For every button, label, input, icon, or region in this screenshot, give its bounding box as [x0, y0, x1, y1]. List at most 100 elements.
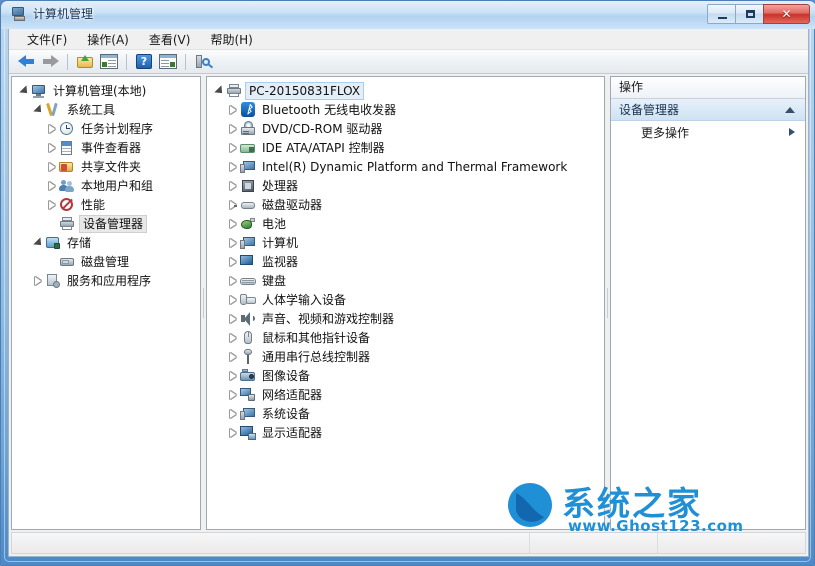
device-tree-item-17[interactable]: 显示适配器	[207, 423, 604, 442]
device-tree-item-4[interactable]: 处理器	[207, 176, 604, 195]
maximize-button[interactable]	[735, 4, 764, 24]
computer-device-icon	[240, 235, 256, 251]
tree-node-label: 磁盘驱动器	[262, 197, 323, 212]
expander-toggle-icon[interactable]	[227, 350, 240, 363]
expander-toggle-icon[interactable]	[227, 407, 240, 420]
up-one-level-button[interactable]	[74, 52, 96, 72]
expander-toggle-icon[interactable]	[32, 236, 45, 249]
device-tree-item-16[interactable]: 系统设备	[207, 404, 604, 423]
expander-toggle-icon[interactable]	[46, 160, 59, 173]
tree-node-label: 监视器	[262, 254, 299, 269]
toolbar: ?	[9, 50, 808, 74]
menu-help[interactable]: 帮助(H)	[200, 29, 262, 50]
expander-toggle-icon[interactable]	[227, 103, 240, 116]
expander-toggle-icon[interactable]	[227, 255, 240, 268]
device-tree-item-1[interactable]: DVD/CD-ROM 驱动器	[207, 119, 604, 138]
back-button[interactable]	[15, 52, 37, 72]
console-tree-item-8[interactable]: 存储	[12, 233, 200, 252]
console-tree-item-0[interactable]: 计算机管理(本地)	[12, 81, 200, 100]
device-tree-item-7[interactable]: 计算机	[207, 233, 604, 252]
tree-node-label: 共享文件夹	[81, 159, 142, 174]
tree-node-label: 系统设备	[262, 406, 311, 421]
chevron-up-icon[interactable]	[785, 106, 795, 113]
keyboard-icon	[240, 273, 256, 289]
expander-toggle-icon[interactable]	[227, 293, 240, 306]
console-tree-item-5[interactable]: 本地用户和组	[12, 176, 200, 195]
console-tree-item-1[interactable]: 系统工具	[12, 100, 200, 119]
title-bar-left: 计算机管理	[11, 5, 93, 22]
expander-toggle-icon[interactable]	[227, 236, 240, 249]
forward-arrow-icon	[42, 55, 59, 68]
device-manager-tree[interactable]: PC-20150831FLOX ᛒ Bluetooth 无线电收发器 DVD/CD-R…	[207, 77, 604, 442]
device-tree-item-10[interactable]: 人体学输入设备	[207, 290, 604, 309]
expander-toggle-icon[interactable]	[227, 426, 240, 439]
tree-node-label: 声音、视频和游戏控制器	[262, 311, 395, 326]
expander-toggle-icon[interactable]	[227, 179, 240, 192]
dvd-drive-icon	[240, 120, 256, 137]
device-tree-item-11[interactable]: 声音、视频和游戏控制器	[207, 309, 604, 328]
tree-node-label: DVD/CD-ROM 驱动器	[262, 121, 383, 136]
show-hide-action-pane-button[interactable]	[157, 52, 179, 72]
menu-action[interactable]: 操作(A)	[77, 29, 139, 50]
expander-toggle-icon[interactable]	[227, 274, 240, 287]
console-tree-icon	[100, 54, 118, 69]
expander-toggle-icon[interactable]	[227, 160, 240, 173]
forward-button[interactable]	[39, 52, 61, 72]
device-tree-item-0[interactable]: ᛒ Bluetooth 无线电收发器	[207, 100, 604, 119]
expander-toggle-icon[interactable]	[227, 331, 240, 344]
device-tree-item-3[interactable]: Intel(R) Dynamic Platform and Thermal Fr…	[207, 157, 604, 176]
device-tree-item-12[interactable]: 鼠标和其他指针设备	[207, 328, 604, 347]
disk-drive-icon	[234, 197, 256, 213]
console-tree-item-10[interactable]: 服务和应用程序	[12, 271, 200, 290]
expander-toggle-icon[interactable]	[227, 122, 240, 135]
storage-icon	[45, 235, 61, 251]
console-tree-item-9[interactable]: 磁盘管理	[12, 252, 200, 271]
expander-toggle-icon[interactable]	[227, 217, 240, 230]
action-more-actions[interactable]: 更多操作	[611, 121, 805, 143]
event-log-icon	[59, 140, 75, 156]
scan-hardware-icon	[195, 54, 213, 69]
console-tree-item-3[interactable]: 事件查看器	[12, 138, 200, 157]
help-button[interactable]: ?	[133, 52, 155, 72]
expander-toggle-icon[interactable]	[46, 141, 59, 154]
expander-toggle-icon[interactable]	[32, 274, 45, 287]
device-tree-item-13[interactable]: 通用串行总线控制器	[207, 347, 604, 366]
tree-node-label: 通用串行总线控制器	[262, 349, 371, 364]
expander-toggle-icon[interactable]	[213, 84, 226, 97]
device-tree-item-2[interactable]: IDE ATA/ATAPI 控制器	[207, 138, 604, 157]
device-tree-item-5[interactable]: 磁盘驱动器	[207, 195, 604, 214]
actions-group-device-manager[interactable]: 设备管理器	[611, 99, 805, 121]
minimize-button[interactable]	[707, 4, 736, 24]
show-hide-console-tree-button[interactable]	[98, 52, 120, 72]
expander-toggle-icon[interactable]	[227, 312, 240, 325]
console-tree-item-4[interactable]: 共享文件夹	[12, 157, 200, 176]
clock-icon	[59, 121, 75, 137]
device-tree-item-6[interactable]: 电池	[207, 214, 604, 233]
status-bar-cell-3	[657, 533, 805, 553]
expander-toggle-icon[interactable]	[46, 122, 59, 135]
close-button[interactable]: ✕	[763, 4, 810, 24]
expander-toggle-icon[interactable]	[46, 179, 59, 192]
menu-file[interactable]: 文件(F)	[17, 29, 77, 50]
expander-toggle-icon[interactable]	[18, 84, 31, 97]
console-tree-item-7[interactable]: 设备管理器	[12, 214, 200, 233]
expander-toggle-icon[interactable]	[46, 198, 59, 211]
expander-toggle-icon[interactable]	[227, 388, 240, 401]
minimize-icon	[718, 17, 727, 19]
scan-hardware-changes-button[interactable]	[192, 52, 214, 72]
expander-toggle-icon[interactable]	[32, 103, 45, 116]
console-tree[interactable]: 计算机管理(本地) 系统工具 任务计划程序 事件查看器共享文件夹本地用户和组 性能 设备管…	[12, 77, 200, 290]
title-bar[interactable]: 计算机管理 ✕	[1, 1, 815, 29]
device-tree-item-9[interactable]: 键盘	[207, 271, 604, 290]
console-tree-item-2[interactable]: 任务计划程序	[12, 119, 200, 138]
menu-view[interactable]: 查看(V)	[139, 29, 201, 50]
device-tree-root[interactable]: PC-20150831FLOX	[207, 81, 604, 100]
expander-toggle-icon[interactable]	[227, 141, 240, 154]
tree-node-label: 电池	[262, 216, 287, 231]
device-tree-item-8[interactable]: 监视器	[207, 252, 604, 271]
console-tree-item-6[interactable]: 性能	[12, 195, 200, 214]
device-tree-item-15[interactable]: 网络适配器	[207, 385, 604, 404]
device-tree-item-14[interactable]: 图像设备	[207, 366, 604, 385]
expander-toggle-icon[interactable]	[227, 369, 240, 382]
monitor-icon	[240, 254, 256, 270]
